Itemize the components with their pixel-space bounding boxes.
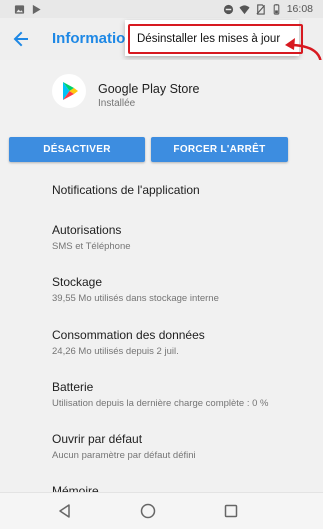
- overflow-menu: Désinstaller les mises à jour: [125, 20, 303, 56]
- setting-open-by-default[interactable]: Ouvrir par défaut Aucun paramètre par dé…: [52, 432, 312, 461]
- play-icon: [31, 4, 42, 15]
- wifi-icon: [239, 4, 250, 15]
- setting-storage[interactable]: Stockage 39,55 Mo utilisés dans stockage…: [52, 275, 312, 304]
- image-icon: [14, 4, 25, 15]
- setting-title: Stockage: [52, 275, 103, 289]
- arrow-left-icon[interactable]: [10, 28, 32, 50]
- setting-data-usage[interactable]: Consommation des données 24,26 Mo utilis…: [52, 328, 312, 357]
- setting-title: Consommation des données: [52, 328, 205, 342]
- setting-subtitle: Utilisation depuis la dernière charge co…: [52, 398, 269, 409]
- setting-subtitle: Aucun paramètre par défaut défini: [52, 450, 196, 461]
- setting-subtitle: SMS et Téléphone: [52, 241, 131, 252]
- setting-notifications[interactable]: Notifications de l'application: [52, 183, 312, 197]
- nav-bar: [0, 492, 323, 529]
- setting-subtitle: 24,26 Mo utilisés depuis 2 juil.: [52, 346, 179, 357]
- back-triangle-icon[interactable]: [56, 502, 74, 520]
- page-title: Information: [52, 30, 135, 47]
- home-circle-icon[interactable]: [139, 502, 157, 520]
- play-store-icon: [52, 74, 86, 108]
- setting-battery[interactable]: Batterie Utilisation depuis la dernière …: [52, 380, 312, 409]
- force-stop-button[interactable]: FORCER L'ARRÊT: [151, 137, 288, 162]
- setting-title: Notifications de l'application: [52, 183, 200, 197]
- disable-button[interactable]: DÉSACTIVER: [9, 137, 145, 162]
- app-header: Google Play Store Installée: [0, 60, 323, 128]
- setting-subtitle: 39,55 Mo utilisés dans stockage interne: [52, 293, 219, 304]
- recents-square-icon[interactable]: [222, 502, 240, 520]
- minus-circle-icon: [223, 4, 234, 15]
- battery-icon: [271, 3, 282, 15]
- setting-title: Batterie: [52, 380, 94, 394]
- no-sim-icon: [255, 3, 266, 15]
- setting-permissions[interactable]: Autorisations SMS et Téléphone: [52, 223, 312, 252]
- status-bar: 16:08: [0, 0, 323, 18]
- uninstall-updates-menu-item[interactable]: Désinstaller les mises à jour: [128, 24, 303, 54]
- setting-title: Ouvrir par défaut: [52, 432, 143, 446]
- app-name: Google Play Store: [98, 82, 200, 96]
- app-install-state: Installée: [98, 98, 136, 109]
- status-time: 16:08: [286, 3, 313, 15]
- setting-title: Autorisations: [52, 223, 122, 237]
